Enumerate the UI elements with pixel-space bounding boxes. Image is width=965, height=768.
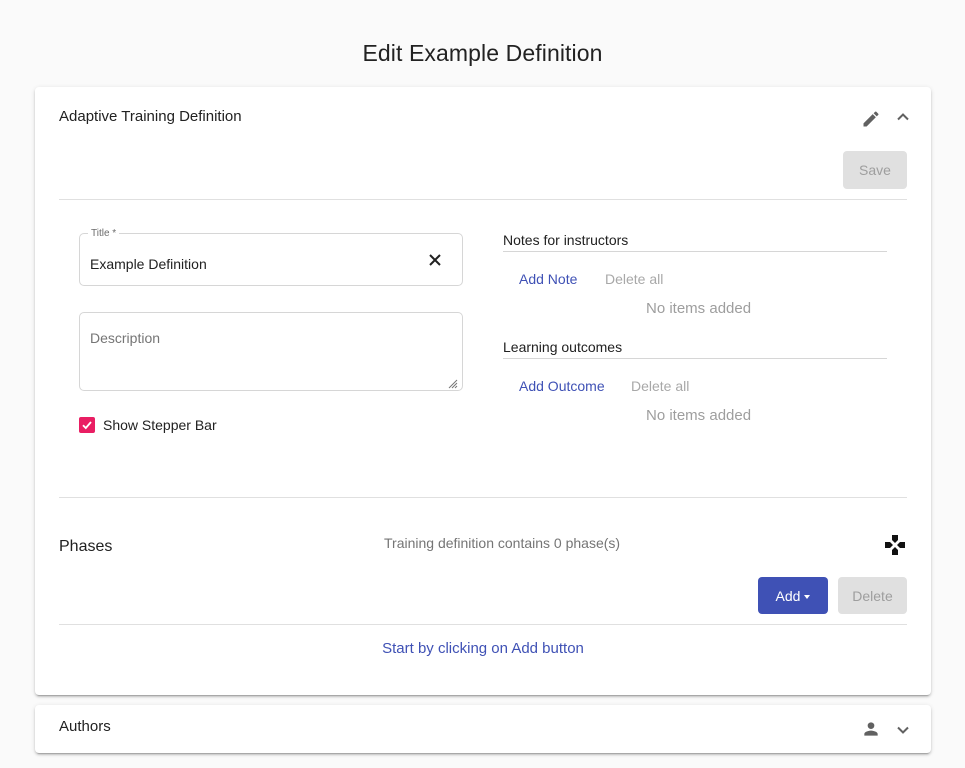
caret-down-icon bbox=[804, 594, 811, 599]
title-field-label: Title * bbox=[88, 228, 120, 239]
title-input[interactable]: Example Definition bbox=[90, 256, 207, 272]
add-note-button[interactable]: Add Note bbox=[519, 271, 577, 287]
gamepad-icon[interactable] bbox=[884, 534, 906, 556]
divider bbox=[59, 624, 907, 625]
panel-title[interactable]: Adaptive Training Definition bbox=[59, 108, 242, 125]
page-title: Edit Example Definition bbox=[362, 40, 603, 66]
save-button[interactable]: Save bbox=[843, 151, 907, 189]
delete-all-notes-button[interactable]: Delete all bbox=[605, 271, 663, 287]
title-field[interactable]: Title * Example Definition bbox=[79, 228, 463, 286]
pencil-icon[interactable] bbox=[860, 108, 882, 130]
add-outcome-button[interactable]: Add Outcome bbox=[519, 378, 605, 394]
authors-title[interactable]: Authors bbox=[59, 718, 111, 735]
divider bbox=[59, 199, 907, 200]
description-placeholder: Description bbox=[90, 330, 161, 346]
show-stepper-label: Show Stepper Bar bbox=[103, 417, 217, 433]
add-phase-button[interactable]: Add bbox=[758, 577, 828, 614]
description-field[interactable]: Description bbox=[79, 312, 463, 391]
outcomes-empty-message: No items added bbox=[646, 407, 752, 424]
phases-count: Training definition contains 0 phase(s) bbox=[384, 535, 621, 551]
add-phase-label: Add bbox=[775, 587, 801, 604]
training-definition-panel: Adaptive Training Definition Save Title … bbox=[35, 87, 931, 695]
phases-empty-hint: Start by clicking on Add button bbox=[382, 640, 584, 657]
resize-handle-icon[interactable] bbox=[448, 376, 458, 389]
chevron-down-icon[interactable] bbox=[893, 720, 913, 740]
notes-empty-message: No items added bbox=[646, 300, 752, 317]
close-icon[interactable] bbox=[426, 251, 444, 269]
show-stepper-checkbox[interactable] bbox=[79, 417, 95, 433]
delete-all-outcomes-button[interactable]: Delete all bbox=[631, 378, 689, 394]
outcomes-heading: Learning outcomes bbox=[503, 339, 887, 359]
chevron-up-icon[interactable] bbox=[893, 107, 913, 127]
person-icon bbox=[860, 718, 882, 740]
delete-phase-button[interactable]: Delete bbox=[838, 577, 907, 614]
divider bbox=[59, 497, 907, 498]
authors-panel[interactable]: Authors bbox=[35, 705, 931, 753]
notes-heading: Notes for instructors bbox=[503, 232, 887, 252]
phases-title: Phases bbox=[59, 538, 113, 555]
show-stepper-checkbox-row[interactable]: Show Stepper Bar bbox=[79, 417, 217, 433]
